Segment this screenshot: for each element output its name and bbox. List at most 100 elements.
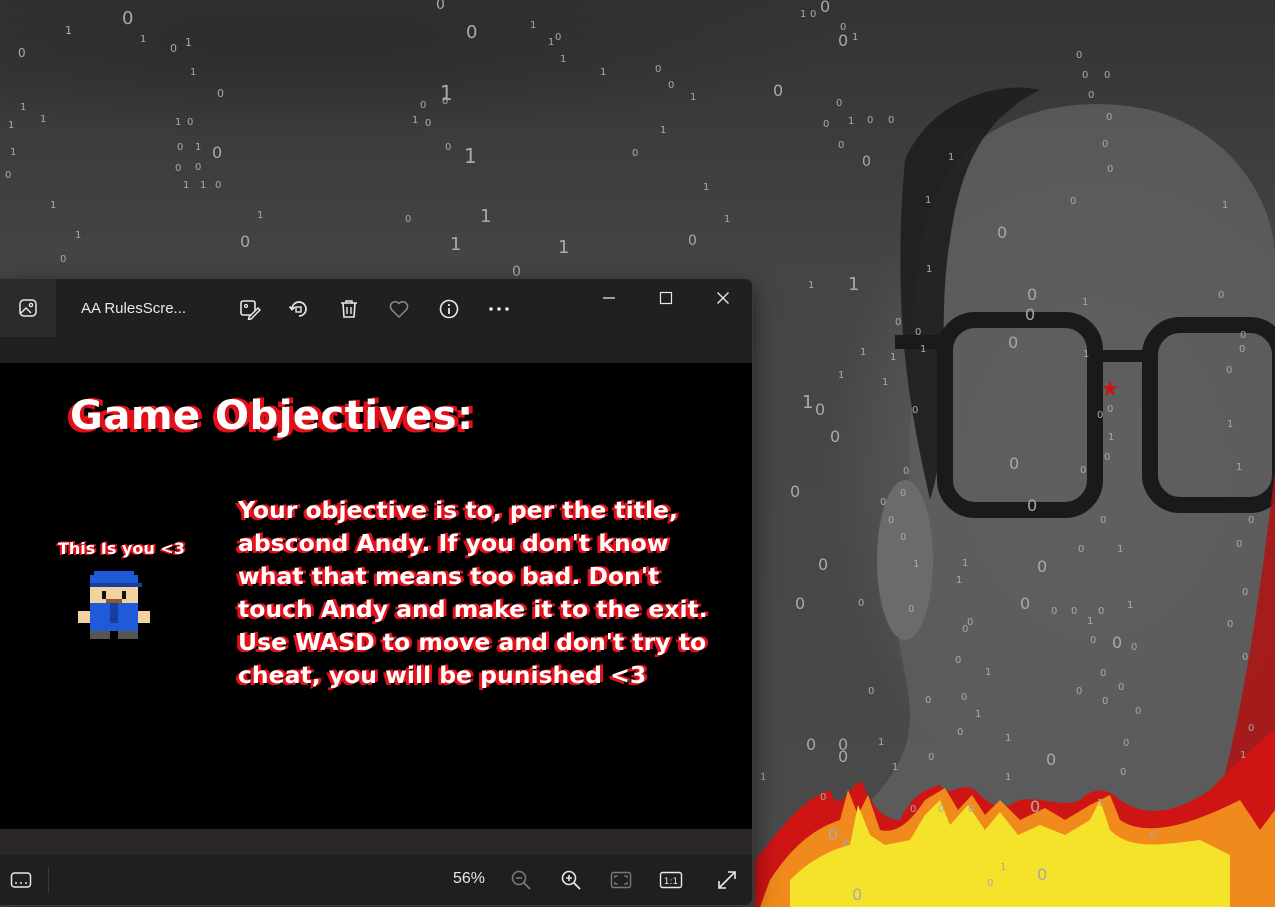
svg-text:0: 0	[5, 170, 11, 181]
svg-text:0: 0	[1082, 70, 1088, 81]
svg-text:0: 0	[997, 223, 1007, 242]
svg-text:1: 1	[200, 180, 206, 191]
svg-text:0: 0	[820, 0, 830, 16]
svg-text:1: 1	[1227, 419, 1233, 430]
zoom-in-button[interactable]	[554, 863, 588, 897]
svg-text:0: 0	[1118, 682, 1124, 693]
svg-text:0: 0	[858, 598, 864, 609]
svg-text:1: 1	[860, 347, 866, 358]
svg-text:1: 1	[920, 344, 926, 355]
svg-text:0: 0	[122, 8, 133, 29]
fit-to-window-button[interactable]	[604, 863, 638, 897]
svg-text:1: 1	[560, 54, 566, 65]
svg-text:0: 0	[987, 878, 993, 889]
favorite-button[interactable]	[382, 292, 416, 326]
svg-text:1: 1	[1087, 616, 1093, 627]
photos-app-window: AA RulesScre... Game Objectives: This Is…	[0, 278, 753, 906]
fit-to-window-icon	[610, 871, 632, 889]
svg-text:0: 0	[1123, 738, 1129, 749]
info-icon	[439, 299, 459, 319]
rotate-button[interactable]	[282, 292, 316, 326]
title-bar: AA RulesScre...	[0, 279, 752, 363]
actual-size-icon: 1:1	[659, 871, 683, 889]
svg-text:0: 0	[215, 180, 221, 191]
close-button[interactable]	[695, 279, 751, 317]
svg-text:1: 1	[480, 206, 491, 227]
rotate-icon	[288, 301, 307, 317]
svg-text:0: 0	[668, 80, 674, 91]
fullscreen-icon	[718, 871, 736, 889]
svg-text:0: 0	[908, 604, 914, 615]
svg-text:0: 0	[1008, 333, 1018, 352]
filmstrip-toggle-button[interactable]	[4, 863, 38, 897]
svg-text:1: 1	[808, 280, 814, 291]
svg-text:1: 1	[530, 20, 536, 31]
zoom-out-button[interactable]	[504, 863, 538, 897]
svg-text:0: 0	[915, 327, 921, 338]
svg-text:1: 1	[802, 392, 813, 413]
svg-text:1: 1	[892, 762, 898, 773]
svg-text:0: 0	[955, 655, 961, 666]
svg-text:1: 1	[948, 152, 954, 163]
svg-text:0: 0	[425, 118, 431, 129]
svg-text:1: 1	[1005, 733, 1011, 744]
actual-size-button[interactable]: 1:1	[654, 863, 688, 897]
photos-app-icon	[19, 299, 37, 317]
image-viewer-canvas[interactable]: Game Objectives: This Is you <3 Your obj…	[0, 363, 752, 829]
svg-text:0: 0	[170, 42, 177, 55]
svg-text:1: 1	[600, 67, 606, 78]
svg-text:0: 0	[843, 838, 849, 849]
svg-text:0: 0	[187, 117, 193, 128]
svg-text:0: 0	[1150, 830, 1156, 841]
zoom-level[interactable]: 56%	[453, 870, 485, 888]
svg-text:0: 0	[867, 115, 873, 126]
more-options-icon	[489, 307, 509, 311]
filmstrip-area	[0, 829, 752, 855]
svg-text:1: 1	[175, 117, 181, 128]
svg-text:1: 1	[800, 9, 806, 20]
svg-text:0: 0	[1027, 496, 1037, 515]
svg-text:0: 0	[1112, 633, 1122, 652]
svg-text:0: 0	[1009, 454, 1019, 473]
svg-text:1: 1	[1083, 349, 1089, 360]
svg-text:1: 1	[703, 182, 709, 193]
info-button[interactable]	[432, 292, 466, 326]
svg-text:1: 1	[464, 144, 477, 168]
svg-text:0: 0	[815, 400, 825, 419]
edit-image-button[interactable]	[233, 292, 267, 326]
svg-text:0: 0	[177, 142, 183, 153]
svg-text:0: 0	[195, 162, 201, 173]
minimize-button[interactable]	[581, 279, 637, 317]
svg-text:1: 1	[65, 24, 72, 37]
zoom-in-icon	[561, 870, 581, 890]
svg-text:1: 1	[956, 575, 962, 586]
fullscreen-button[interactable]	[710, 863, 744, 897]
svg-text:0: 0	[1131, 642, 1137, 653]
app-icon-button[interactable]	[0, 279, 56, 337]
more-options-button[interactable]	[482, 292, 516, 326]
svg-text:0: 0	[1037, 865, 1047, 884]
svg-text:1: 1	[1117, 544, 1123, 555]
player-caption: This Is you <3	[58, 539, 185, 558]
svg-text:0: 0	[1078, 544, 1084, 555]
delete-button[interactable]	[332, 292, 366, 326]
svg-text:0: 0	[1030, 797, 1040, 816]
zoom-out-icon	[511, 870, 531, 890]
svg-text:0: 0	[868, 686, 874, 697]
svg-text:0: 0	[1120, 767, 1126, 778]
svg-text:0: 0	[60, 254, 66, 265]
svg-text:1: 1	[1127, 600, 1133, 611]
svg-text:1: 1	[1097, 798, 1103, 809]
maximize-button[interactable]	[638, 279, 694, 317]
maximize-icon	[659, 291, 673, 305]
svg-text:1: 1	[852, 32, 858, 43]
svg-text:1: 1	[558, 237, 569, 258]
actual-size-label: 1:1	[664, 877, 678, 887]
svg-text:1: 1	[20, 102, 26, 113]
svg-text:0: 0	[466, 22, 477, 43]
svg-text:1: 1	[412, 115, 418, 126]
svg-text:1: 1	[183, 180, 189, 191]
bottom-toolbar: 56% 1:1	[0, 855, 752, 905]
svg-text:0: 0	[961, 692, 967, 703]
svg-text:0: 0	[806, 735, 816, 754]
